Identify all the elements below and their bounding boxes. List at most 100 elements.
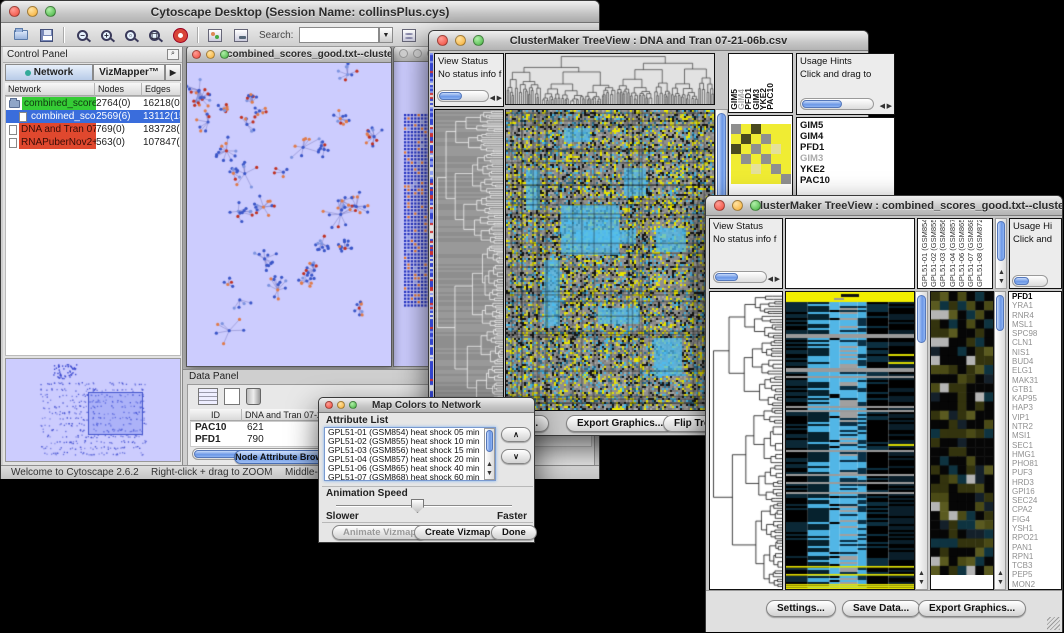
matrix-cell[interactable]: [761, 174, 771, 184]
treeview1-row-dendrogram-panel[interactable]: [434, 109, 504, 411]
column-dendrogram-canvas[interactable]: [506, 54, 714, 104]
animation-speed-slider-thumb[interactable]: [411, 499, 424, 513]
table-icon[interactable]: [198, 388, 218, 405]
gene-list-item[interactable]: GIM3: [797, 153, 894, 164]
matrix-cell[interactable]: [781, 144, 791, 154]
annotation-icon[interactable]: [231, 26, 250, 44]
tab-overflow-button[interactable]: ▶: [165, 64, 181, 81]
close-button[interactable]: [9, 6, 20, 17]
gene-list-item[interactable]: HMG1: [1009, 450, 1061, 459]
gene-list-item[interactable]: PAN1: [1009, 543, 1061, 552]
gene-list-item[interactable]: MON2: [1009, 580, 1061, 589]
zoom-button[interactable]: [349, 401, 357, 409]
gene-list-item[interactable]: SPC98: [1009, 329, 1061, 338]
matrix-cell[interactable]: [751, 154, 761, 164]
matrix-cell[interactable]: [751, 144, 761, 154]
attribute-list-item[interactable]: GPL51-06 (GSM865) heat shock 40 min: [325, 464, 495, 473]
zoom-in-icon[interactable]: +: [97, 26, 116, 44]
attribute-list-item[interactable]: GPL51-01 (GSM854) heat shock 05 min: [325, 428, 495, 437]
create-vizmap-button[interactable]: Create Vizmap: [414, 525, 501, 540]
tab-vizmapper[interactable]: VizMapper™: [93, 64, 165, 81]
view-status-hscrollbar[interactable]: [713, 271, 767, 283]
matrix-cell[interactable]: [741, 164, 751, 174]
gene-list-item[interactable]: ELG1: [1009, 366, 1061, 375]
zoom-fit-icon[interactable]: ◻: [145, 26, 164, 44]
network-canvas-1[interactable]: [187, 63, 391, 366]
gene-list-item[interactable]: NTR2: [1009, 422, 1061, 431]
zoom-button[interactable]: [750, 200, 761, 211]
zoom-button[interactable]: [473, 35, 484, 46]
treeview2-zoom-heatmap-panel[interactable]: [930, 291, 994, 590]
gene-list-item[interactable]: PUF3: [1009, 468, 1061, 477]
gene-list-item[interactable]: PHO81: [1009, 459, 1061, 468]
scroll-right-icon[interactable]: ▶: [887, 102, 892, 110]
attribute-list-item[interactable]: GPL51-02 (GSM855) heat shock 10 min: [325, 437, 495, 446]
gene-list-item[interactable]: PFD1: [797, 142, 894, 153]
matrix-cell[interactable]: [731, 174, 741, 184]
gene-list-item[interactable]: PFD1: [1009, 292, 1061, 301]
scroll-right-icon[interactable]: ▶: [497, 94, 502, 102]
search-options-icon[interactable]: [399, 26, 418, 44]
dialog-title-bar[interactable]: Map Colors to Network: [319, 398, 534, 413]
matrix-cell[interactable]: [731, 124, 741, 134]
matrix-cell[interactable]: [771, 174, 781, 184]
scroll-down-icon[interactable]: ▼: [918, 579, 925, 587]
column-header-edges[interactable]: Edges: [142, 83, 181, 96]
close-button[interactable]: [714, 200, 725, 211]
save-data-button[interactable]: Save Data...: [842, 600, 920, 617]
help-lifesaver-icon[interactable]: [171, 26, 190, 44]
treeview2-collabel-vscrollbar[interactable]: ▲▼: [995, 218, 1007, 289]
gene-list-item[interactable]: MAK31: [1009, 376, 1061, 385]
scroll-left-icon[interactable]: ◀: [880, 102, 885, 110]
gene-list-item[interactable]: YSH1: [1009, 524, 1061, 533]
matrix-cell[interactable]: [761, 124, 771, 134]
gene-list-item[interactable]: VIP1: [1009, 413, 1061, 422]
open-session-icon[interactable]: [11, 26, 30, 44]
gene-list-item[interactable]: RPO21: [1009, 533, 1061, 542]
usage-hints-hscrollbar[interactable]: [1012, 275, 1048, 287]
move-attribute-down-button[interactable]: ∨: [501, 449, 531, 464]
attr-col-id[interactable]: ID: [190, 409, 242, 421]
matrix-cell[interactable]: [781, 134, 791, 144]
zoom-button[interactable]: [220, 50, 229, 59]
minimize-button[interactable]: [206, 50, 215, 59]
gene-list-item[interactable]: SEC1: [1009, 441, 1061, 450]
network-row[interactable]: RNAPuberNov2+I563(0)107847(0): [6, 136, 180, 149]
gene-list-item[interactable]: NIS1: [1009, 348, 1061, 357]
treeview2-row-dendrogram-panel[interactable]: [709, 291, 783, 590]
gene-list-item[interactable]: MSI1: [1009, 431, 1061, 440]
matrix-cell[interactable]: [781, 164, 791, 174]
gene-list-item[interactable]: TCB3: [1009, 561, 1061, 570]
zoom-heatmap-canvas[interactable]: [931, 292, 993, 575]
matrix-cell[interactable]: [751, 164, 761, 174]
animate-vizmap-button[interactable]: Animate Vizmap: [332, 525, 427, 540]
row-dendrogram-canvas[interactable]: [435, 110, 503, 410]
tab-network[interactable]: Network: [5, 64, 93, 81]
gene-list-item[interactable]: HRD3: [1009, 478, 1061, 487]
done-button[interactable]: Done: [491, 525, 537, 540]
scroll-right-icon[interactable]: ▶: [775, 275, 780, 283]
matrix-cell[interactable]: [761, 144, 771, 154]
gene-list-item[interactable]: SEC24: [1009, 496, 1061, 505]
treeview1-title-bar[interactable]: ClusterMaker TreeView : DNA and Tran 07-…: [429, 31, 868, 51]
matrix-cell[interactable]: [751, 124, 761, 134]
attribute-list-item[interactable]: GPL51-03 (GSM856) heat shock 15 min: [325, 446, 495, 455]
matrix-cell[interactable]: [771, 134, 781, 144]
control-panel-float-icon[interactable]: ⌕: [167, 49, 179, 60]
gene-list-item[interactable]: GIM5: [797, 120, 894, 131]
treeview2-heatmap-vscrollbar[interactable]: ▲▼: [915, 291, 928, 590]
animation-speed-slider-track[interactable]: [336, 505, 512, 507]
matrix-cell[interactable]: [781, 154, 791, 164]
column-header-nodes[interactable]: Nodes: [95, 83, 142, 96]
matrix-cell[interactable]: [751, 134, 761, 144]
treeview2-heatmap-panel[interactable]: [785, 291, 915, 590]
gene-list-item[interactable]: GTB1: [1009, 385, 1061, 394]
row-dendrogram-canvas[interactable]: [710, 292, 782, 589]
view-status-hscrollbar[interactable]: [437, 90, 489, 102]
delete-attribute-trash-icon[interactable]: [246, 388, 261, 405]
matrix-cell[interactable]: [771, 154, 781, 164]
treeview2-title-bar[interactable]: ClusterMaker TreeView : combined_scores_…: [706, 196, 1062, 216]
matrix-cell[interactable]: [741, 174, 751, 184]
attribute-list-item[interactable]: GPL51-07 (GSM868) heat shock 60 min: [325, 473, 495, 481]
matrix-cell[interactable]: [761, 164, 771, 174]
